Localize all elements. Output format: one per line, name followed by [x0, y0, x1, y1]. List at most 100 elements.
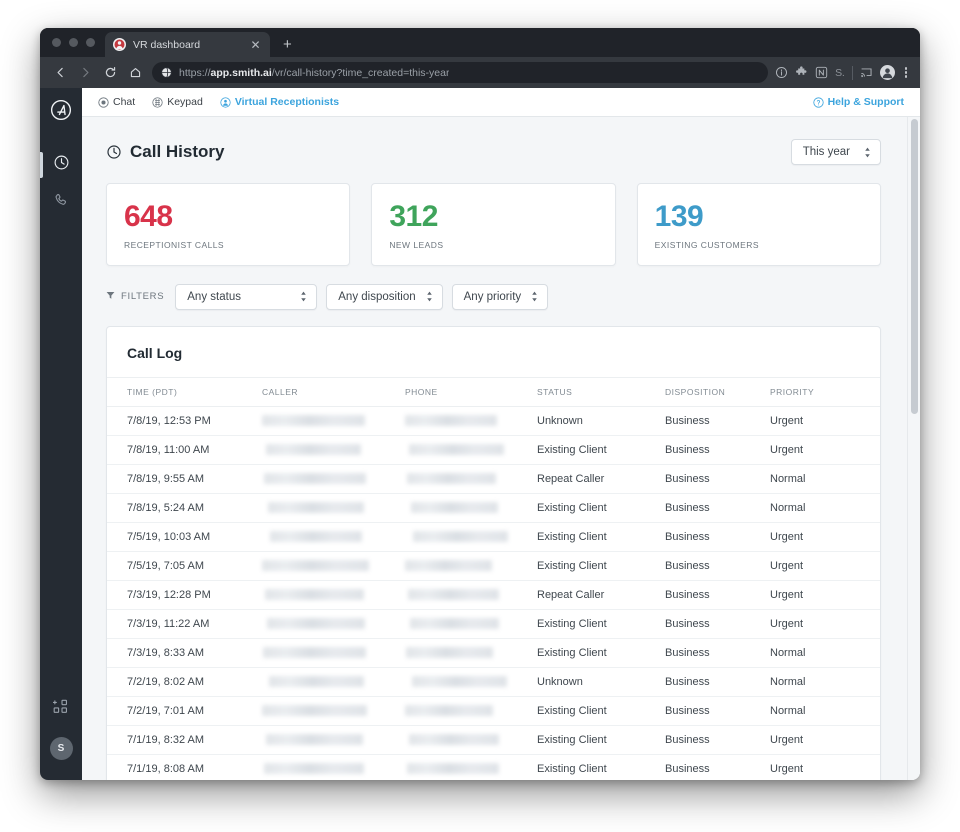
table-row[interactable]: 7/8/19, 9:55 AM Repeat Caller Business Norm…: [107, 464, 880, 494]
cell-time: 7/1/19, 8:08 AM: [107, 754, 262, 780]
cell-caller: [262, 638, 405, 668]
zoom-window-button[interactable]: [86, 38, 95, 47]
priority-filter-select[interactable]: Any priority: [451, 283, 549, 310]
browser-tab[interactable]: VR dashboard ✕: [105, 32, 270, 57]
puzzle-piece-icon[interactable]: [795, 66, 808, 79]
table-row[interactable]: 7/3/19, 12:28 PM Repeat Caller Business Urg…: [107, 580, 880, 610]
column-header-priority[interactable]: Priority: [770, 376, 880, 407]
app-top-nav: Chat Keypad Virtual Receptionists Help &…: [82, 88, 920, 117]
tab-keypad[interactable]: Keypad: [152, 96, 203, 108]
table-row[interactable]: 7/2/19, 7:01 AM Existing Client Business No…: [107, 696, 880, 726]
close-icon[interactable]: ✕: [249, 39, 262, 51]
rail-bottom-group: S: [49, 699, 73, 780]
table-row[interactable]: 7/8/19, 5:24 AM Existing Client Business No…: [107, 493, 880, 523]
status-filter-value: Any status: [187, 290, 241, 303]
stat-value: 648: [124, 200, 173, 233]
cell-disposition: Business: [665, 551, 770, 581]
redacted-value: [405, 705, 494, 716]
column-header-status[interactable]: Status: [537, 376, 665, 407]
table-row[interactable]: 7/5/19, 10:03 AM Existing Client Business U…: [107, 522, 880, 552]
cell-phone: [405, 580, 537, 610]
chrome-menu-icon[interactable]: [902, 67, 911, 78]
filters-label-text: Filters: [121, 291, 165, 302]
cell-priority: Urgent: [770, 435, 880, 465]
smith-ai-logo[interactable]: [50, 99, 72, 126]
avatar[interactable]: S: [49, 737, 73, 760]
cell-disposition: Business: [665, 754, 770, 780]
cell-phone: [405, 435, 537, 465]
stat-card-receptionist-calls: 648 Receptionist Calls: [106, 183, 351, 266]
table-row[interactable]: 7/3/19, 11:22 AM Existing Client Business U…: [107, 609, 880, 639]
cell-status: Unknown: [537, 406, 665, 436]
cell-status: Existing Client: [537, 638, 665, 668]
cell-caller: [262, 522, 405, 552]
tab-virtual-receptionists-label: Virtual Receptionists: [234, 96, 340, 108]
cell-caller: [262, 754, 405, 780]
table-row[interactable]: 7/2/19, 8:02 AM Unknown Business Normal: [107, 667, 880, 697]
reload-icon[interactable]: [98, 61, 122, 85]
stat-card-new-leads: 312 New Leads: [371, 183, 616, 266]
arrow-right-icon[interactable]: [73, 61, 97, 85]
time-range-select[interactable]: This year: [790, 139, 881, 165]
table-row[interactable]: 7/1/19, 8:32 AM Existing Client Business Ur…: [107, 725, 880, 755]
close-window-button[interactable]: [52, 38, 61, 47]
column-header-disposition[interactable]: Disposition: [665, 376, 770, 407]
arrow-left-icon[interactable]: [48, 61, 72, 85]
cell-priority: Normal: [770, 638, 880, 668]
page-body: Call History This year 648 RECEPTIONIST …: [82, 117, 907, 780]
table-row[interactable]: 7/3/19, 8:33 AM Existing Client Business No…: [107, 638, 880, 668]
profile-avatar-icon[interactable]: [879, 65, 895, 80]
extension-icons: S.: [775, 65, 912, 80]
table-row[interactable]: 7/1/19, 8:08 AM Existing Client Business Ur…: [107, 754, 880, 780]
tab-chat[interactable]: Chat: [98, 96, 135, 108]
tab-virtual-receptionists[interactable]: Virtual Receptionists: [220, 96, 339, 108]
plus-icon[interactable]: +: [283, 37, 292, 52]
cell-time: 7/3/19, 8:33 AM: [107, 638, 262, 668]
tab-chat-label: Chat: [113, 96, 136, 108]
cell-caller: [262, 725, 405, 755]
page-title: Call History: [106, 142, 224, 162]
cell-disposition: Business: [665, 464, 770, 494]
table-row[interactable]: 7/8/19, 12:53 PM Unknown Business Urgent: [107, 406, 880, 436]
redacted-value: [410, 618, 500, 629]
cell-time: 7/3/19, 12:28 PM: [107, 580, 262, 610]
stat-card-existing-customers: 139 Existing Customers: [636, 183, 881, 266]
receptionist-icon: [220, 96, 231, 108]
help-and-support-link[interactable]: Help & Support: [812, 96, 904, 108]
cell-phone: [405, 551, 537, 581]
disposition-filter-select[interactable]: Any disposition: [326, 283, 443, 310]
redacted-value: [266, 444, 362, 455]
cell-disposition: Business: [665, 406, 770, 436]
info-icon[interactable]: [775, 66, 788, 79]
cell-caller: [262, 406, 405, 436]
cell-time: 7/5/19, 7:05 AM: [107, 551, 262, 581]
status-filter-select[interactable]: Any status: [175, 283, 318, 310]
sidebar-item-calls[interactable]: [40, 184, 82, 222]
add-apps-grid-icon[interactable]: [52, 699, 70, 721]
redacted-value: [267, 618, 366, 629]
stat-label: Receptionist Calls: [124, 239, 225, 250]
page-scrollbar[interactable]: [907, 117, 920, 780]
sidebar-item-call-history[interactable]: [40, 146, 82, 184]
table-row[interactable]: 7/8/19, 11:00 AM Existing Client Business U…: [107, 435, 880, 465]
redacted-value: [406, 647, 493, 658]
column-header-caller[interactable]: Caller: [262, 376, 405, 407]
home-icon[interactable]: [123, 61, 147, 85]
column-header-phone[interactable]: Phone: [405, 376, 537, 407]
redacted-value: [268, 502, 365, 513]
cell-phone: [405, 667, 537, 697]
scrollbar-thumb[interactable]: [911, 119, 918, 414]
help-and-support-label: Help & Support: [827, 96, 904, 108]
cell-phone: [405, 754, 537, 780]
s-extension-icon[interactable]: S.: [835, 67, 845, 79]
redacted-value: [409, 444, 505, 455]
address-bar[interactable]: https://app.smith.ai/vr/call-history?tim…: [152, 62, 769, 83]
minimize-window-button[interactable]: [69, 38, 78, 47]
cell-time: 7/8/19, 11:00 AM: [107, 435, 262, 465]
cast-icon[interactable]: [860, 66, 873, 79]
table-row[interactable]: 7/5/19, 7:05 AM Existing Client Business Ur…: [107, 551, 880, 581]
notion-extension-icon[interactable]: [815, 66, 828, 79]
column-header-time[interactable]: Time (PDT): [107, 376, 262, 407]
phone-icon: [53, 192, 70, 214]
cell-time: 7/2/19, 8:02 AM: [107, 667, 262, 697]
